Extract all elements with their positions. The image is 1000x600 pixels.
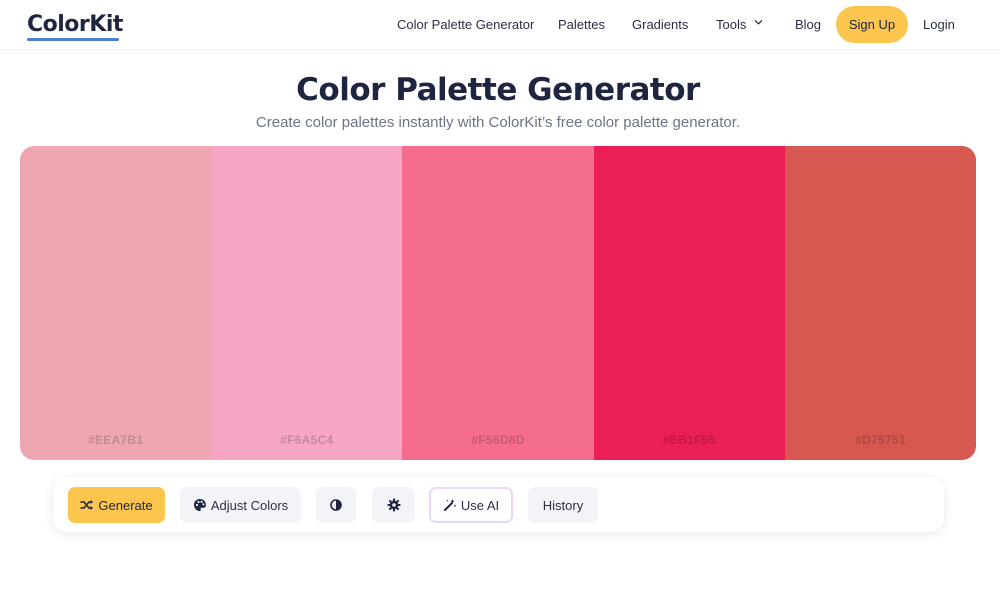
swatch-hex-code[interactable]: #F56D8D [402, 433, 593, 447]
page-title: Color Palette Generator [296, 72, 700, 108]
color-swatch[interactable]: #D75751 [784, 146, 976, 460]
contrast-icon [330, 499, 342, 511]
nav-blog[interactable]: Blog [795, 17, 821, 32]
color-palette: #EEA7B1 #F6A5C4 #F56D8D #EB1F55 #D75751 [20, 146, 976, 460]
shuffle-icon [80, 500, 94, 510]
use-ai-button[interactable]: Use AI [429, 487, 513, 523]
adjust-colors-button[interactable]: Adjust Colors [180, 487, 301, 523]
nav-gradients[interactable]: Gradients [632, 17, 688, 32]
use-ai-label: Use AI [460, 497, 500, 513]
gear-icon [387, 498, 400, 512]
nav-palettes[interactable]: Palettes [558, 17, 605, 32]
palette-toolbar: Generate Adjust Colors Use AI History [53, 477, 944, 532]
color-swatch[interactable]: #EB1F55 [593, 146, 785, 460]
color-swatch[interactable]: #F56D8D [402, 146, 594, 460]
color-swatch[interactable]: #F6A5C4 [211, 146, 403, 460]
adjust-colors-label: Adjust Colors [210, 497, 289, 513]
generate-button[interactable]: Generate [68, 487, 165, 523]
contrast-button[interactable] [316, 487, 356, 523]
nav-color-palette-generator[interactable]: Color Palette Generator [397, 17, 534, 32]
swatch-hex-code[interactable]: #F6A5C4 [211, 433, 402, 447]
magic-wand-icon [443, 499, 457, 511]
sign-up-button[interactable]: Sign Up [836, 6, 908, 43]
swatch-hex-code[interactable]: #D75751 [785, 433, 976, 447]
swatch-hex-code[interactable]: #EB1F55 [594, 433, 785, 447]
generate-label: Generate [98, 497, 153, 513]
swatch-hex-code[interactable]: #EEA7B1 [20, 433, 211, 447]
logo-underline [27, 38, 119, 41]
history-button[interactable]: History [528, 487, 598, 523]
page-subtitle: Create color palettes instantly with Col… [255, 114, 741, 131]
history-label: History [542, 497, 584, 513]
nav-tools[interactable]: Tools [716, 17, 746, 32]
chevron-down-icon[interactable] [754, 18, 763, 27]
site-header: ColorKit Color Palette Generator Palette… [0, 0, 1000, 50]
colorkit-logo[interactable]: ColorKit [27, 12, 123, 37]
color-swatch[interactable]: #EEA7B1 [20, 146, 212, 460]
settings-button[interactable] [372, 487, 415, 523]
palette-icon [193, 499, 206, 511]
login-link[interactable]: Login [923, 17, 955, 32]
